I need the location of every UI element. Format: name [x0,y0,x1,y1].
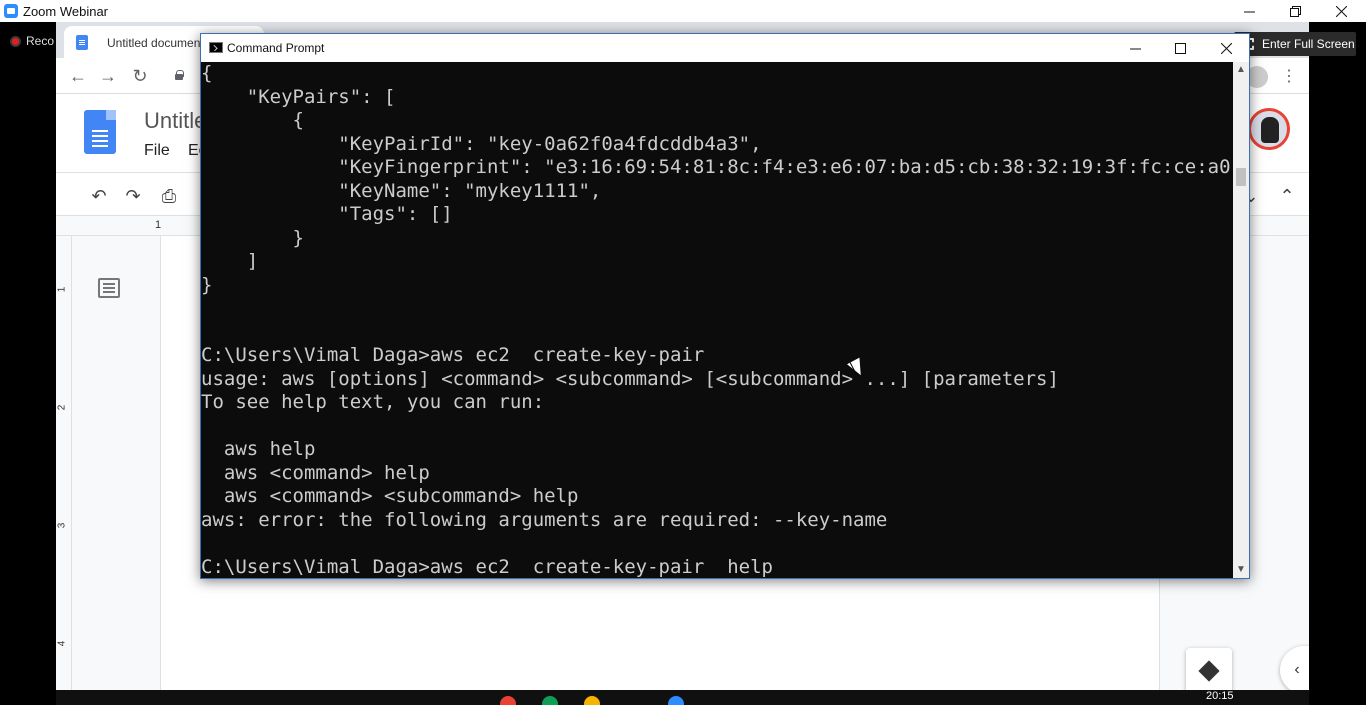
document-title[interactable]: Untitle [144,108,206,134]
cmd-line: } [201,273,213,296]
cmd-window-title: Command Prompt [227,41,325,55]
taskbar-app-icon[interactable] [500,696,516,705]
document-outline-icon[interactable] [98,278,120,298]
cmd-line: ] [201,250,259,272]
cmd-line [201,297,1233,321]
docs-tab-icon [76,35,88,50]
enter-full-screen-button[interactable]: Enter Full Screen [1234,32,1356,56]
maximize-icon [1174,42,1186,54]
zoom-window-title: Zoom Webinar [23,4,109,19]
vruler-number: 1 [56,286,68,293]
kebab-menu-icon[interactable]: ⋮ [1281,66,1297,88]
windows-taskbar: 20:15 [56,690,1309,705]
cmd-maximize-button[interactable] [1157,34,1203,62]
cmd-line [201,415,1233,439]
taskbar-app-icon[interactable] [542,696,558,705]
cmd-line: "KeyFingerprint": "e3:16:69:54:81:8c:f4:… [201,156,1233,178]
cmd-line [201,321,1233,345]
reload-icon[interactable]: ↻ [130,66,150,86]
cmd-line: "KeyPairs": [ [201,85,396,108]
scroll-up-icon[interactable]: ▲ [1233,62,1249,78]
cmd-icon [209,42,223,53]
forward-arrow-icon[interactable]: → [98,66,118,86]
cmd-line: C:\Users\Vimal Daga>aws ec2 create-key-p… [201,344,705,366]
cmd-line: C:\Users\Vimal Daga>aws ec2 create-key-p… [201,555,773,578]
vruler-number: 4 [56,640,68,647]
side-panel-chevron-left-icon[interactable]: ‹ [1280,646,1309,690]
cmd-line: { [201,62,213,84]
menu-file[interactable]: File [144,142,170,160]
zoom-titlebar: Zoom Webinar [0,0,1366,22]
cmd-console[interactable]: { "KeyPairs": [ { "KeyPairId": "key-0a62… [201,62,1233,578]
back-arrow-icon[interactable]: ← [68,66,88,86]
avatar[interactable] [1248,108,1290,150]
recording-indicator[interactable]: Reco [10,34,54,48]
undo-icon[interactable]: ↶ [88,185,110,207]
explore-icon[interactable] [1186,648,1232,690]
docs-logo-icon[interactable] [84,110,116,154]
taskbar-app-icon[interactable] [584,696,600,705]
cmd-line: aws: error: the following arguments are … [201,508,888,531]
cmd-minimize-button[interactable] [1112,34,1158,62]
lock-icon [174,70,184,80]
recording-label: Reco [26,34,55,48]
vertical-ruler: 1 2 3 4 [56,236,72,690]
restore-icon [1289,5,1301,17]
cmd-scrollbar[interactable]: ▲ ▼ [1233,62,1249,578]
redo-icon[interactable]: ↷ [122,185,144,207]
taskbar-app-icon[interactable] [668,696,684,705]
scroll-down-icon[interactable]: ▼ [1233,562,1249,578]
cmd-line: "KeyPairId": "key-0a62f0a4fdcddb4a3", [201,132,762,155]
cmd-close-button[interactable] [1203,34,1249,62]
close-icon [1220,42,1232,54]
cmd-line [201,532,1233,556]
taskbar-clock: 20:15 [1206,690,1234,702]
close-icon [1335,5,1347,17]
vruler-number: 2 [56,404,68,411]
record-icon [10,35,21,47]
cmd-line: aws <command> help [201,461,430,484]
fullscreen-label: Enter Full Screen [1262,37,1355,51]
collapse-chevron-up-icon[interactable]: ⌃ [1276,185,1298,207]
minimize-icon [1243,11,1255,12]
browser-tab-title: Untitled document [107,36,204,50]
cmd-line: aws help [201,438,316,460]
cmd-line: To see help text, you can run: [201,391,545,413]
minimize-button[interactable] [1226,0,1272,22]
restore-button[interactable] [1272,0,1318,22]
ruler-number: 1 [155,219,162,231]
close-button[interactable] [1318,0,1364,22]
command-prompt-window: Command Prompt { "KeyPairs": [ { "KeyPai… [200,33,1250,579]
zoom-logo-icon [4,4,18,18]
cmd-line: "Tags": [] [201,203,453,225]
cmd-line: aws <command> <subcommand> help [201,485,579,507]
cmd-line: } [201,226,304,249]
cmd-titlebar[interactable]: Command Prompt [201,34,1249,62]
print-icon[interactable]: ⎙ [158,185,180,207]
cmd-line: usage: aws [options] <command> <subcomma… [201,367,1059,390]
cmd-line: { [201,109,304,131]
scroll-thumb[interactable] [1236,168,1246,186]
cmd-line: "KeyName": "mykey1111", [201,179,602,202]
minimize-icon [1129,48,1141,49]
cmd-output: { "KeyPairs": [ { "KeyPairId": "key-0a62… [201,62,1233,578]
vruler-number: 3 [56,522,68,529]
